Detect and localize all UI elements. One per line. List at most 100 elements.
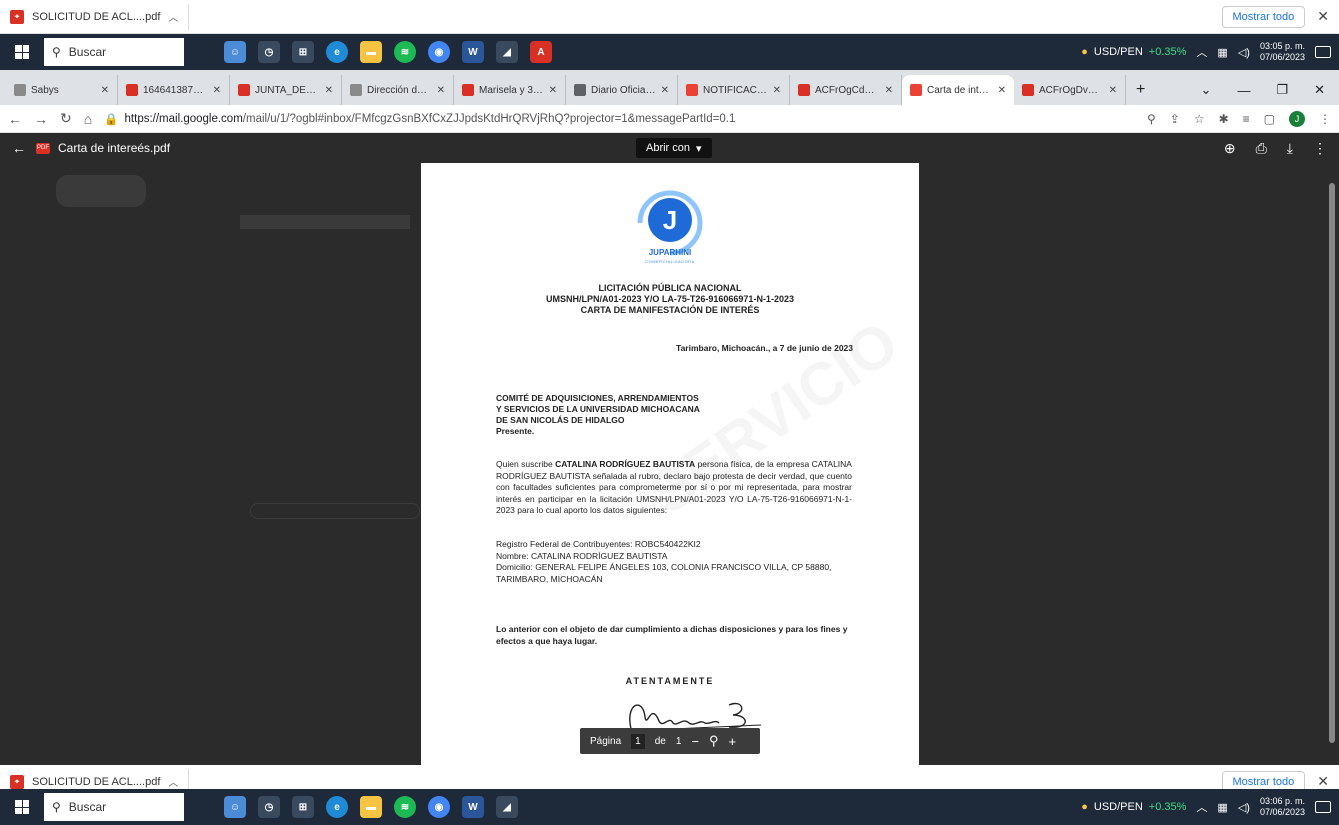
caret-down-icon: ▾ bbox=[696, 142, 702, 155]
word-icon[interactable]: W bbox=[462, 796, 484, 818]
file-explorer-icon[interactable]: ▬ bbox=[360, 41, 382, 63]
tab-search-icon[interactable]: ⌄ bbox=[1201, 82, 1212, 98]
print-icon[interactable]: ⎙ bbox=[1256, 140, 1267, 157]
minimize-icon[interactable]: — bbox=[1237, 83, 1250, 98]
browser-tab[interactable]: ACFrOgDvC81COL ✕ bbox=[1014, 75, 1126, 105]
mail-app-icon[interactable]: ◢ bbox=[496, 796, 518, 818]
tab-close-icon[interactable]: ✕ bbox=[549, 85, 557, 96]
currency-widget[interactable]: ● USD/PEN +0.35% bbox=[1081, 46, 1186, 58]
open-with-button[interactable]: Abrir con ▾ bbox=[636, 138, 712, 158]
currency-icon: ● bbox=[1081, 46, 1088, 58]
browser-tab[interactable]: 1646413877_ACTA ✕ bbox=[118, 75, 230, 105]
star-icon[interactable]: ☆ bbox=[1194, 112, 1205, 126]
tab-close-icon[interactable]: ✕ bbox=[101, 85, 109, 96]
address-line: Domicilio: GENERAL FELIPE ÁNGELES 103, C… bbox=[496, 562, 832, 584]
notification-icon[interactable] bbox=[1315, 46, 1331, 58]
word-icon[interactable]: W bbox=[462, 41, 484, 63]
taskbar-search[interactable]: ⚲ Buscar bbox=[44, 793, 184, 821]
tab-close-icon[interactable]: ✕ bbox=[885, 85, 893, 96]
clock[interactable]: 03:06 p. m. 07/06/2023 bbox=[1260, 796, 1305, 818]
download-item[interactable]: ⌖ SOLICITUD DE ACL....pdf ︿ bbox=[0, 3, 190, 30]
share-icon[interactable]: ⇪ bbox=[1170, 112, 1180, 126]
zoom-in-icon[interactable]: + bbox=[729, 734, 737, 749]
scrollbar[interactable] bbox=[1327, 163, 1337, 765]
start-button[interactable] bbox=[0, 789, 44, 825]
url-bar[interactable]: 🔒 https://mail.google.com/mail/u/1/?ogbl… bbox=[104, 108, 1135, 130]
clock-icon[interactable]: ◷ bbox=[258, 41, 280, 63]
new-tab-button[interactable]: + bbox=[1126, 75, 1155, 105]
close-window-icon[interactable]: ✕ bbox=[1314, 82, 1325, 98]
currency-change: +0.35% bbox=[1148, 801, 1187, 813]
tab-close-icon[interactable]: ✕ bbox=[437, 85, 445, 96]
network-icon[interactable]: ▦ bbox=[1217, 46, 1227, 59]
tab-close-icon[interactable]: ✕ bbox=[213, 85, 221, 96]
volume-icon[interactable]: ◁) bbox=[1238, 801, 1250, 814]
file-explorer-icon[interactable]: ▬ bbox=[360, 796, 382, 818]
tab-close-icon[interactable]: ✕ bbox=[773, 85, 781, 96]
close-icon[interactable]: ✕ bbox=[1317, 8, 1329, 25]
body-paragraph: Quien suscribe CATALINA RODRÍGUEZ BAUTIS… bbox=[496, 459, 852, 517]
document-header: LICITACIÓN PÚBLICA NACIONAL UMSNH/LPN/A0… bbox=[421, 283, 919, 316]
acrobat-icon[interactable]: A bbox=[530, 41, 552, 63]
side-panel-icon[interactable]: ▢ bbox=[1264, 112, 1275, 126]
edge-icon[interactable]: e bbox=[326, 41, 348, 63]
tab-favicon-icon bbox=[238, 84, 250, 96]
start-button[interactable] bbox=[0, 34, 44, 70]
chevron-up-icon[interactable]: ︿ bbox=[1196, 44, 1207, 60]
edge-icon[interactable]: e bbox=[326, 796, 348, 818]
reading-list-icon[interactable]: ≡ bbox=[1243, 112, 1250, 126]
tab-close-icon[interactable]: ✕ bbox=[1109, 85, 1117, 96]
tab-close-icon[interactable]: ✕ bbox=[998, 85, 1006, 96]
people-icon[interactable]: ☺ bbox=[224, 41, 246, 63]
download-icon[interactable]: ⤓ bbox=[1287, 140, 1293, 157]
browser-tab[interactable]: ACFrOgCdPpio5-C ✕ bbox=[790, 75, 902, 105]
avatar[interactable]: J bbox=[1289, 110, 1305, 127]
browser-tab[interactable]: Diario Oficial de la ✕ bbox=[566, 75, 678, 105]
mail-app-icon[interactable]: ◢ bbox=[496, 41, 518, 63]
show-all-button[interactable]: Mostrar todo bbox=[1221, 5, 1306, 28]
browser-tab[interactable]: Sabys ✕ bbox=[6, 75, 118, 105]
chrome-icon[interactable]: ◉ bbox=[428, 41, 450, 63]
more-options-icon[interactable]: ⋮ bbox=[1313, 140, 1327, 157]
chevron-up-icon[interactable]: ︿ bbox=[168, 774, 178, 789]
home-icon[interactable]: ⌂ bbox=[84, 111, 92, 127]
tab-label: Marisela y 30 Cano bbox=[479, 84, 544, 96]
volume-icon[interactable]: ◁) bbox=[1238, 46, 1250, 59]
network-icon[interactable]: ▦ bbox=[1217, 801, 1227, 814]
zoom-icon[interactable]: ⚲ bbox=[709, 733, 719, 749]
tab-close-icon[interactable]: ✕ bbox=[325, 85, 333, 96]
task-view-icon[interactable]: ⊞ bbox=[292, 796, 314, 818]
notification-icon[interactable] bbox=[1315, 801, 1331, 813]
restore-icon[interactable]: ❐ bbox=[1276, 82, 1288, 98]
forward-icon[interactable]: → bbox=[34, 111, 48, 127]
back-icon[interactable]: ← bbox=[8, 111, 22, 127]
chrome-icon[interactable]: ◉ bbox=[428, 796, 450, 818]
spotify-icon[interactable]: ≋ bbox=[394, 41, 416, 63]
browser-tab[interactable]: Marisela y 30 Cano ✕ bbox=[454, 75, 566, 105]
chevron-up-icon[interactable]: ︿ bbox=[168, 9, 178, 24]
browser-tab[interactable]: Dirección de Adqu ✕ bbox=[342, 75, 454, 105]
clock[interactable]: 03:05 p. m. 07/06/2023 bbox=[1260, 41, 1305, 63]
reload-icon[interactable]: ↻ bbox=[60, 110, 72, 127]
task-view-icon[interactable]: ⊞ bbox=[292, 41, 314, 63]
add-to-drive-icon[interactable]: ⊕ bbox=[1224, 140, 1236, 157]
tab-close-icon[interactable]: ✕ bbox=[661, 85, 669, 96]
zoom-out-icon[interactable]: − bbox=[691, 734, 699, 749]
browser-tab[interactable]: NOTIFICACIÓN DE ✕ bbox=[678, 75, 790, 105]
page-controls: Página 1 de 1 − ⚲ + bbox=[580, 728, 760, 754]
extensions-icon[interactable]: ✱ bbox=[1219, 112, 1229, 126]
back-arrow-icon[interactable]: ← bbox=[12, 140, 26, 156]
taskbar-search[interactable]: ⚲ Buscar bbox=[44, 38, 184, 66]
clock-icon[interactable]: ◷ bbox=[258, 796, 280, 818]
close-icon[interactable]: ✕ bbox=[1317, 773, 1329, 790]
zoom-icon[interactable]: ⚲ bbox=[1147, 112, 1156, 126]
page-number-input[interactable]: 1 bbox=[631, 733, 645, 749]
browser-tab[interactable]: Carta de interes C ✕ bbox=[902, 75, 1014, 105]
spotify-icon[interactable]: ≋ bbox=[394, 796, 416, 818]
pdf-page: SERVICIO J JUPARHINI COMERCIALIZADORA LI… bbox=[421, 163, 919, 765]
people-icon[interactable]: ☺ bbox=[224, 796, 246, 818]
browser-tab[interactable]: JUNTA_DE_ACLARA ✕ bbox=[230, 75, 342, 105]
currency-widget[interactable]: ● USD/PEN +0.35% bbox=[1081, 801, 1186, 813]
menu-icon[interactable]: ⋮ bbox=[1319, 112, 1331, 126]
chevron-up-icon[interactable]: ︿ bbox=[1196, 799, 1207, 815]
